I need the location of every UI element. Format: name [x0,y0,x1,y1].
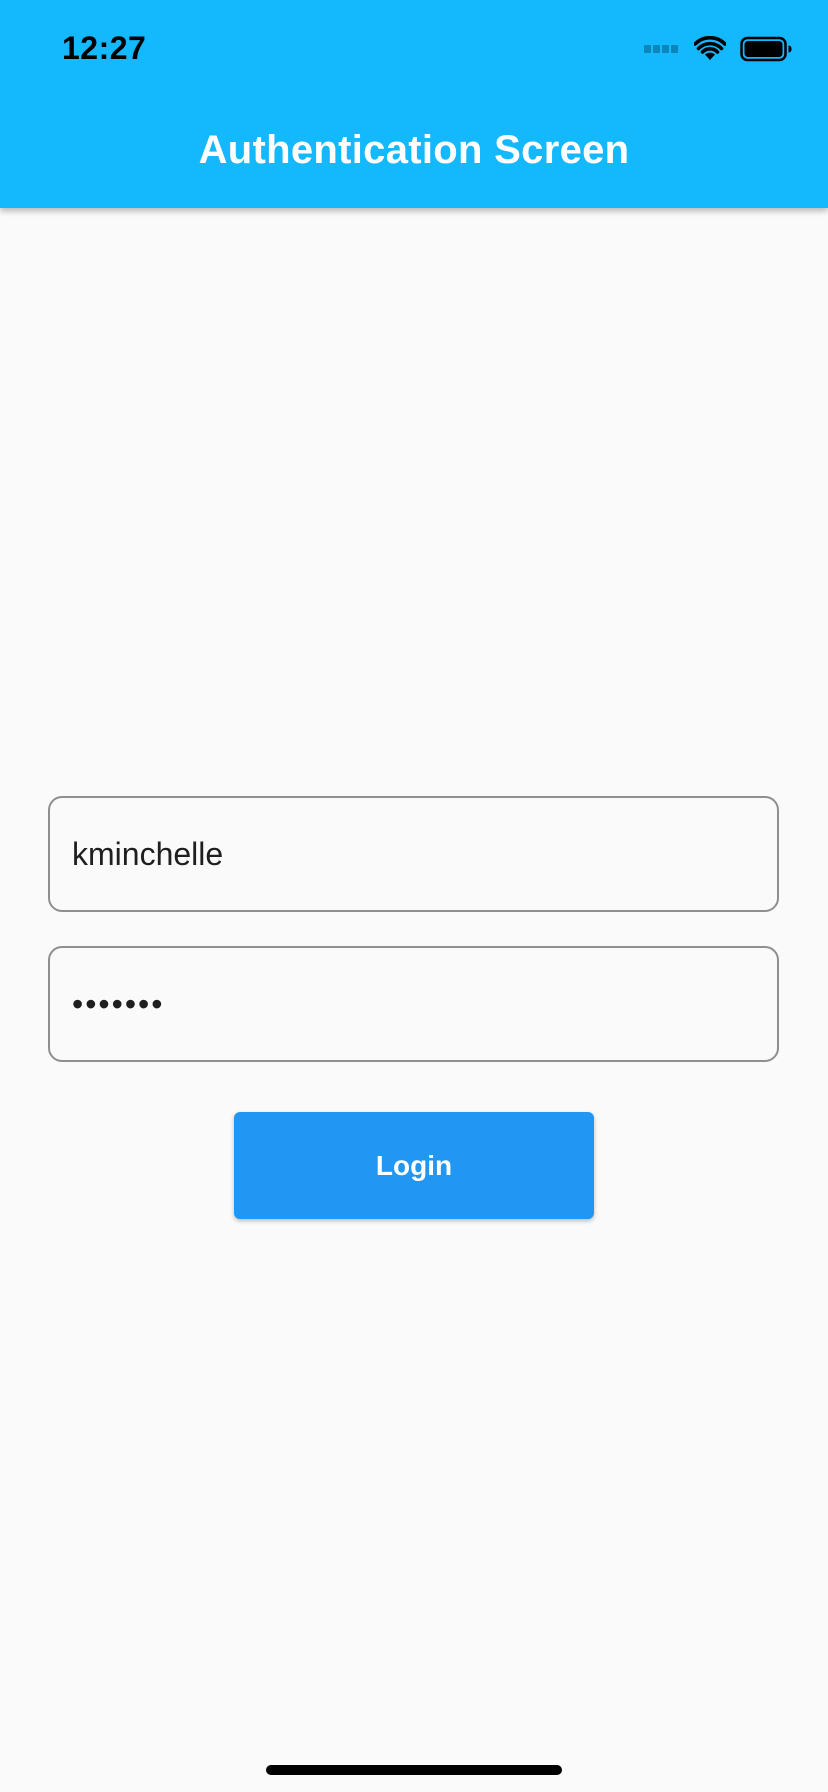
status-time: 12:27 [62,30,147,66]
wifi-icon [694,36,726,60]
status-icons [644,34,792,64]
cellular-signal-icon [644,45,680,53]
password-input[interactable] [72,948,755,1060]
password-field[interactable] [48,946,779,1062]
username-input[interactable] [72,798,755,910]
username-field[interactable] [48,796,779,912]
app-bar: 12:27 Authentication Screen [0,0,828,208]
page-title: Authentication Screen [198,128,630,172]
home-indicator[interactable] [266,1765,562,1775]
battery-icon [740,36,792,62]
login-button[interactable]: Login [234,1112,594,1219]
